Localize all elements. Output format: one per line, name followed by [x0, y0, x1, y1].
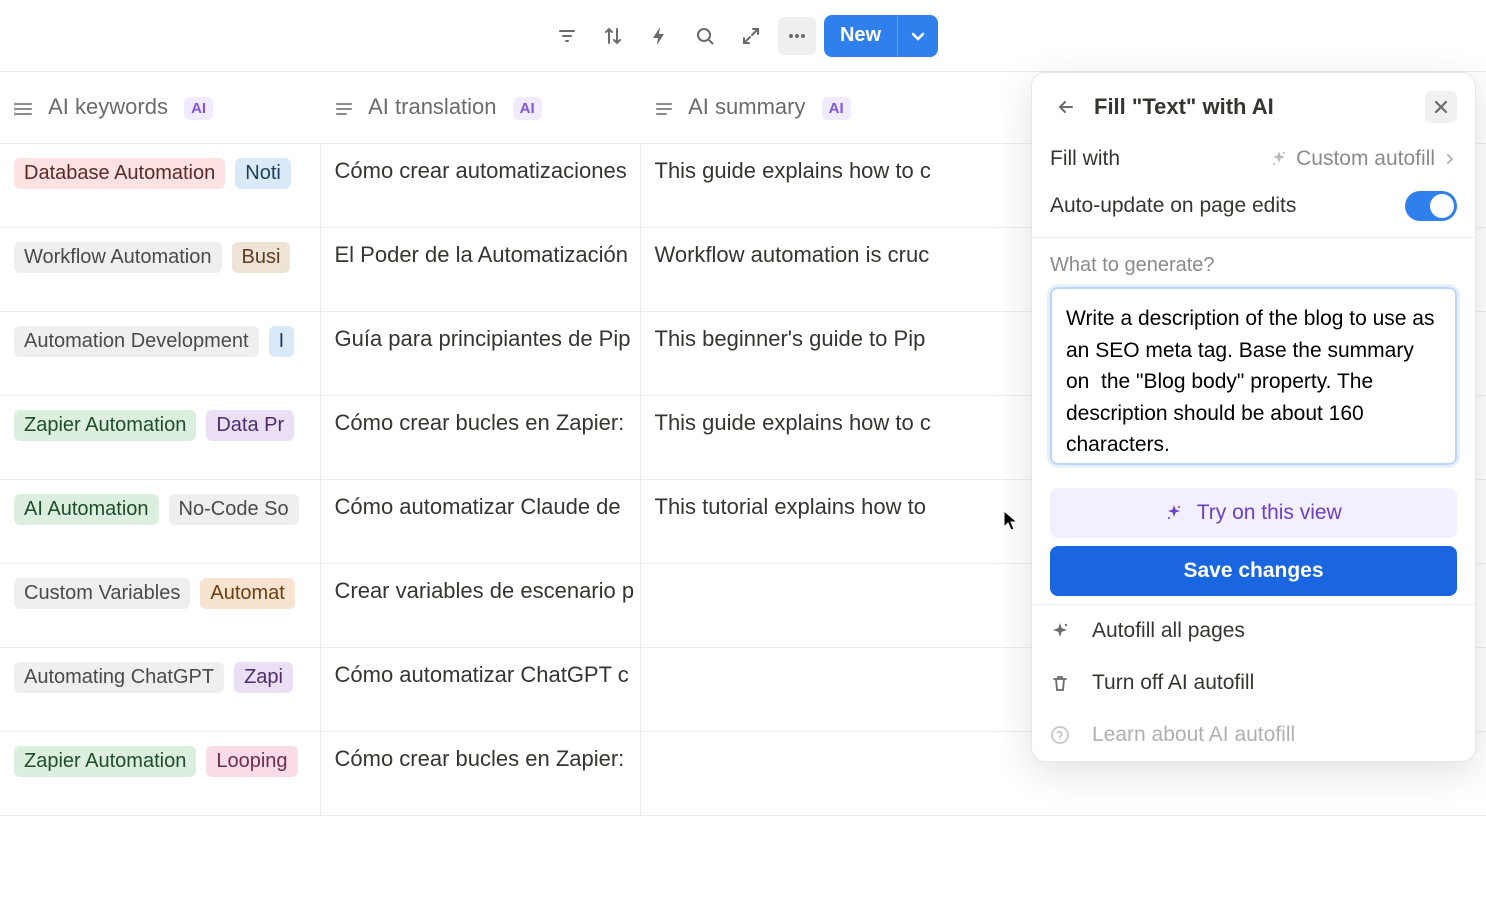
learn-about-ai-autofill-action[interactable]: Learn about AI autofill [1032, 709, 1475, 761]
more-options-button[interactable] [778, 17, 816, 55]
sparkle-icon [1050, 621, 1078, 641]
ai-badge: AI [822, 97, 851, 120]
tag: Workflow Automation [14, 242, 222, 273]
fill-with-value: Custom autofill [1296, 147, 1435, 171]
cell-ai-keywords[interactable]: Zapier Automation Data Pr [0, 396, 320, 480]
auto-update-toggle[interactable] [1405, 191, 1457, 221]
sort-icon [603, 26, 623, 46]
ai-badge: AI [513, 97, 542, 120]
sparkle-icon [1165, 504, 1183, 522]
chevron-down-icon [910, 28, 926, 44]
panel-header: Fill "Text" with AI [1032, 73, 1475, 137]
search-icon [695, 26, 715, 46]
cell-ai-translation[interactable]: Cómo crear bucles en Zapier: [320, 396, 640, 480]
column-header-ai-translation[interactable]: AI translation AI [320, 72, 640, 144]
try-button-label: Try on this view [1197, 501, 1342, 524]
trash-icon [1050, 673, 1078, 693]
more-horizontal-icon [786, 25, 808, 47]
close-icon [1433, 99, 1449, 115]
turn-off-ai-autofill-action[interactable]: Turn off AI autofill [1032, 657, 1475, 709]
sort-button[interactable] [594, 17, 632, 55]
tag: Automating ChatGPT [14, 662, 224, 693]
action-label: Autofill all pages [1092, 619, 1245, 643]
arrow-left-icon [1056, 97, 1076, 117]
cell-ai-keywords[interactable]: Automation Development I [0, 312, 320, 396]
automations-button[interactable] [640, 17, 678, 55]
fill-with-row[interactable]: Fill with Custom autofill [1032, 137, 1475, 181]
close-button[interactable] [1425, 91, 1457, 123]
column-header-label: AI translation [368, 94, 496, 119]
back-button[interactable] [1050, 91, 1082, 123]
cell-ai-translation[interactable]: El Poder de la Automatización [320, 228, 640, 312]
cell-ai-translation[interactable]: Cómo automatizar Claude de [320, 480, 640, 564]
generate-label: What to generate? [1032, 244, 1475, 281]
action-label: Turn off AI autofill [1092, 671, 1254, 695]
tag: Database Automation [14, 158, 225, 189]
fill-with-label: Fill with [1050, 147, 1120, 171]
auto-update-label: Auto-update on page edits [1050, 194, 1296, 218]
search-button[interactable] [686, 17, 724, 55]
expand-button[interactable] [732, 17, 770, 55]
new-button[interactable]: New [824, 15, 938, 57]
column-header-label: AI summary [688, 94, 805, 119]
try-on-this-view-button[interactable]: Try on this view [1050, 488, 1457, 538]
save-button-label: Save changes [1183, 559, 1323, 582]
tag: Data Pr [206, 410, 294, 441]
action-label: Learn about AI autofill [1092, 723, 1295, 747]
save-changes-button[interactable]: Save changes [1050, 546, 1457, 596]
database-toolbar: New [0, 0, 1486, 72]
tag: Zapier Automation [14, 746, 196, 777]
ai-badge: AI [184, 97, 213, 120]
panel-title: Fill "Text" with AI [1094, 94, 1413, 120]
cell-ai-keywords[interactable]: Zapier Automation Looping [0, 732, 320, 816]
cell-ai-keywords[interactable]: AI Automation No-Code So [0, 480, 320, 564]
tag: I [269, 326, 295, 357]
help-icon [1050, 725, 1078, 745]
tag: Custom Variables [14, 578, 190, 609]
cell-ai-translation[interactable]: Guía para principiantes de Pip [320, 312, 640, 396]
column-header-ai-keywords[interactable]: AI keywords AI [0, 72, 320, 144]
column-header-label: AI keywords [48, 94, 168, 119]
ai-autofill-panel: Fill "Text" with AI Fill with Custom aut… [1031, 72, 1476, 762]
cell-ai-keywords[interactable]: Automating ChatGPT Zapi [0, 648, 320, 732]
chevron-right-icon [1443, 152, 1457, 166]
autofill-all-pages-action[interactable]: Autofill all pages [1032, 605, 1475, 657]
cell-ai-translation[interactable]: Cómo crear bucles en Zapier: [320, 732, 640, 816]
new-button-label: New [824, 24, 897, 47]
tag: Automat [200, 578, 294, 609]
lightning-icon [649, 26, 669, 46]
cell-ai-keywords[interactable]: Workflow Automation Busi [0, 228, 320, 312]
prompt-textarea[interactable] [1050, 287, 1457, 465]
cell-ai-keywords[interactable]: Custom Variables Automat [0, 564, 320, 648]
auto-update-row: Auto-update on page edits [1032, 181, 1475, 231]
tag: AI Automation [14, 494, 159, 525]
expand-icon [741, 26, 761, 46]
tag: Busi [232, 242, 291, 273]
filter-button[interactable] [548, 17, 586, 55]
text-icon [654, 95, 680, 120]
tag: Zapier Automation [14, 410, 196, 441]
tag: Automation Development [14, 326, 259, 357]
filter-icon [557, 26, 577, 46]
sparkle-icon [1270, 150, 1288, 168]
cell-ai-translation[interactable]: Cómo automatizar ChatGPT c [320, 648, 640, 732]
cell-ai-keywords[interactable]: Database Automation Noti [0, 144, 320, 228]
multi-select-icon [14, 95, 40, 120]
tag: Looping [206, 746, 297, 777]
cell-ai-translation[interactable]: Crear variables de escenario p [320, 564, 640, 648]
text-icon [334, 95, 360, 120]
cell-ai-translation[interactable]: Cómo crear automatizaciones [320, 144, 640, 228]
tag: No-Code So [169, 494, 299, 525]
tag: Zapi [234, 662, 293, 693]
new-button-dropdown[interactable] [897, 15, 938, 57]
tag: Noti [235, 158, 291, 189]
